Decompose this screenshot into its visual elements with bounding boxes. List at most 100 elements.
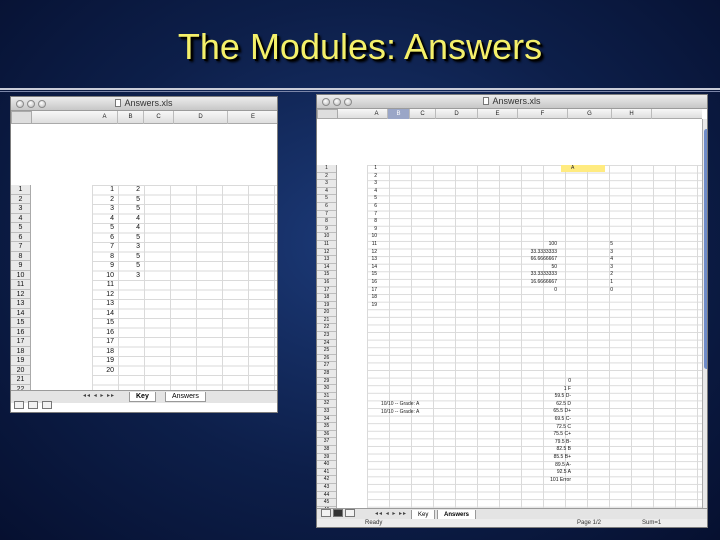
sheet-tab-answers[interactable]: Answers <box>165 392 206 402</box>
left-view-buttons <box>14 400 74 412</box>
cell-value: 1 <box>610 278 613 285</box>
row-header: 12 <box>317 249 336 257</box>
right-window-title: Answers.xls <box>317 96 707 106</box>
cell-value: 16.6666667 <box>530 278 557 285</box>
row-header: 18 <box>317 294 336 302</box>
page-layout-view-button[interactable] <box>333 509 343 517</box>
cell-value: 11 <box>371 240 377 247</box>
grade-scale-cell: 85.5 B+ <box>553 453 571 460</box>
right-vertical-scrollbar[interactable] <box>702 119 707 515</box>
column-header-b[interactable]: B <box>118 111 144 124</box>
row-header: 12 <box>11 290 30 299</box>
cell-value: 10 <box>371 233 377 240</box>
row-header: 2 <box>11 195 30 204</box>
row-header: 45 <box>317 499 336 507</box>
row-header: 17 <box>317 287 336 295</box>
row-header: 9 <box>11 261 30 271</box>
column-header-c[interactable]: C <box>144 111 174 124</box>
title-divider <box>0 88 720 90</box>
cell-value: 3 <box>110 205 114 212</box>
column-header-e[interactable]: E <box>478 109 518 119</box>
cell-value: 18 <box>106 347 114 355</box>
row-header: 4 <box>11 214 30 223</box>
column-header-a[interactable]: A <box>92 111 118 124</box>
row-header: 32 <box>317 400 336 408</box>
row-header: 15 <box>11 318 30 328</box>
sheet-nav-arrows[interactable]: ◂◂ ◂ ▸ ▸▸ <box>83 392 115 399</box>
row-header: 5 <box>11 223 30 233</box>
row-header: 37 <box>317 438 336 446</box>
slide-title: The Modules: Answers <box>177 26 543 67</box>
row-header: 41 <box>317 469 336 477</box>
row-header: 11 <box>317 241 336 249</box>
page-break-view-button[interactable] <box>345 509 355 517</box>
grade-scale-cell: 59.5 D- <box>554 393 571 400</box>
row-header: 16 <box>317 279 336 287</box>
row-header: 16 <box>11 328 30 337</box>
grade-line-2: 10/10 -- Grade: A <box>381 409 420 415</box>
row-header: 13 <box>317 256 336 264</box>
cell-value: 4 <box>136 224 140 231</box>
left-cell-grid[interactable]: 1 2 3 4 5 6 7 8 9 10 11 12 13 14 15 16 17 18 19 20 25544535… <box>92 185 277 393</box>
row-header: 39 <box>317 454 336 462</box>
highlighted-cell[interactable]: A <box>561 165 605 172</box>
grade-scale-cell: 89.5 A- <box>555 461 571 468</box>
cell-value: 2 <box>374 172 377 179</box>
cell-value: 14 <box>371 263 377 270</box>
grade-scale-cell: 92.5 A <box>556 469 571 476</box>
column-header-b[interactable]: B <box>388 109 410 119</box>
row-header: 30 <box>317 385 336 393</box>
grade-scale-cell: 69.5 C- <box>554 415 571 422</box>
column-header-d[interactable]: D <box>436 109 478 119</box>
row-header: 21 <box>317 317 336 325</box>
row-header: 7 <box>317 211 336 219</box>
left-window-title: Answers.xls <box>11 98 277 108</box>
page-layout-view-button[interactable] <box>28 401 38 409</box>
cell-value: 8 <box>374 218 377 225</box>
row-header: 3 <box>11 204 30 214</box>
row-header: 34 <box>317 416 336 424</box>
row-header: 33 <box>317 408 336 416</box>
row-header: 10 <box>317 233 336 241</box>
column-header-h[interactable]: H <box>612 109 652 119</box>
cell-value: 19 <box>371 301 377 308</box>
left-row-headers: 1 2 3 4 5 6 7 8 9 10 11 12 13 14 15 16 17 18 19 20 21 22 <box>11 185 31 394</box>
row-header: 20 <box>11 366 30 375</box>
column-header-e[interactable]: E <box>228 111 277 124</box>
normal-view-button[interactable] <box>321 509 331 517</box>
grade-scale-cell: 72.5 C <box>556 423 571 430</box>
select-all-corner[interactable] <box>317 109 338 119</box>
cell-value: 2 <box>610 271 613 278</box>
row-header: 31 <box>317 393 336 401</box>
sheet-tab-key[interactable]: Key <box>129 392 156 402</box>
column-header-f[interactable]: F <box>518 109 568 119</box>
select-all-corner[interactable] <box>11 111 32 124</box>
row-header: 40 <box>317 461 336 469</box>
cell-value: 5 <box>136 233 140 241</box>
right-window-titlebar[interactable]: Answers.xls <box>317 95 707 109</box>
row-header: 6 <box>11 233 30 242</box>
row-header: 4 <box>317 188 336 196</box>
row-header: 19 <box>317 302 336 310</box>
column-header-d[interactable]: D <box>174 111 228 124</box>
cell-value: 13 <box>371 256 377 263</box>
right-cell-grid[interactable]: 1 2 3 4 5 6 7 8 9 10 11 12 13 14 15 16 17 18 19 A 100 33.33… <box>367 165 702 515</box>
cell-value: 33.3333333 <box>530 248 557 255</box>
cell-value: 0 <box>610 286 613 293</box>
row-header: 23 <box>317 332 336 340</box>
row-header: 13 <box>11 299 30 309</box>
sheet-nav-arrows[interactable]: ◂◂ ◂ ▸ ▸▸ <box>375 510 407 517</box>
left-window-titlebar[interactable]: Answers.xls <box>11 97 277 111</box>
row-header: 7 <box>11 242 30 252</box>
normal-view-button[interactable] <box>14 401 24 409</box>
column-header-c[interactable]: C <box>410 109 436 119</box>
cell-value: 2 <box>136 186 140 193</box>
cell-value: 20 <box>106 366 114 374</box>
page-break-view-button[interactable] <box>42 401 52 409</box>
document-icon <box>483 97 490 105</box>
row-header: 21 <box>11 375 30 385</box>
row-header: 43 <box>317 484 336 492</box>
column-header-g[interactable]: G <box>568 109 612 119</box>
column-header-a[interactable]: A <box>366 109 388 119</box>
scrollbar-thumb[interactable] <box>704 129 707 369</box>
